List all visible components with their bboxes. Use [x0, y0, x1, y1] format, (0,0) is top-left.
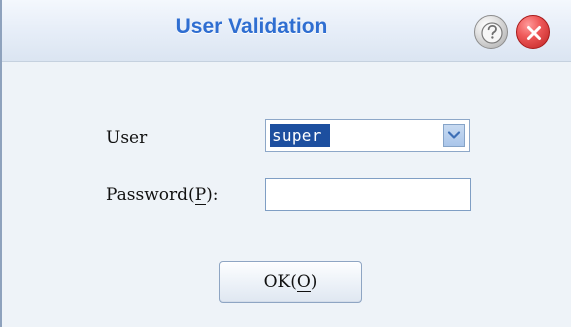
question-icon	[481, 22, 503, 44]
user-select[interactable]: super	[265, 119, 470, 152]
dialog-content: User super Password(P): OK(O)	[2, 62, 571, 327]
user-validation-dialog: User Validation User super Password(P): …	[0, 0, 571, 327]
help-button[interactable]	[474, 15, 508, 49]
user-label: User	[106, 128, 148, 148]
title-bar: User Validation	[2, 0, 571, 62]
close-icon	[527, 26, 541, 40]
user-dropdown-button[interactable]	[443, 124, 465, 147]
password-field[interactable]	[265, 178, 471, 211]
dialog-title: User Validation	[175, 15, 328, 38]
ok-button-mnemonic: O	[296, 272, 311, 292]
ok-button[interactable]: OK(O)	[219, 261, 362, 303]
ok-button-suffix: )	[310, 272, 318, 292]
password-label-mnemonic: P	[194, 185, 207, 205]
selected-user-value: super	[272, 126, 322, 145]
selected-user-highlight: super	[270, 124, 330, 147]
ok-button-prefix: OK(	[263, 272, 297, 292]
password-label: Password(P):	[106, 185, 219, 205]
close-button[interactable]	[516, 15, 550, 49]
password-label-prefix: Password(	[106, 185, 195, 205]
password-label-suffix: ):	[206, 185, 219, 205]
chevron-down-icon	[447, 131, 461, 139]
